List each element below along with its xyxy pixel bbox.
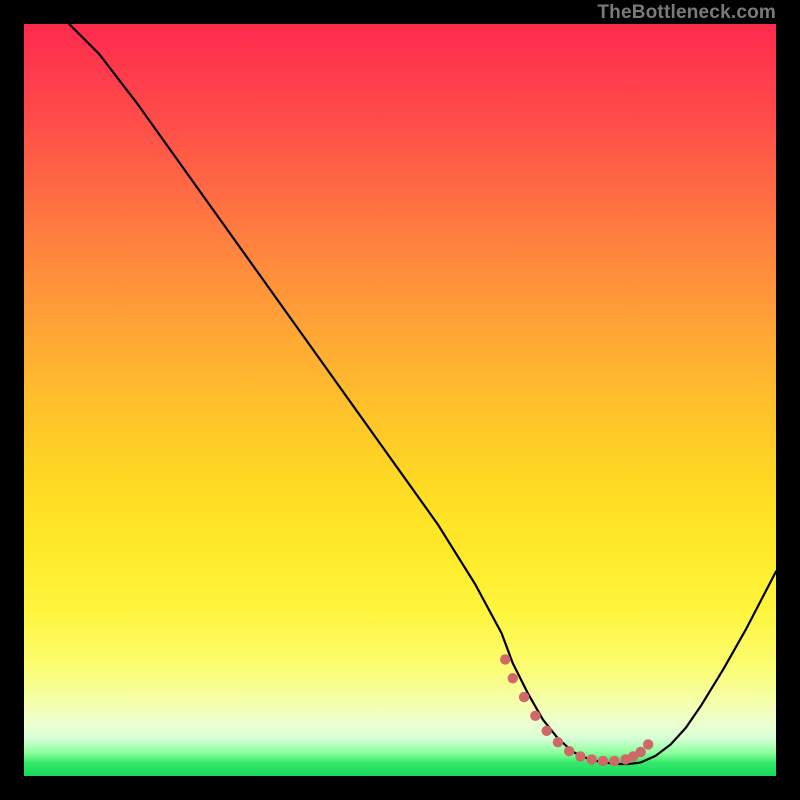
chart-frame: TheBottleneck.com xyxy=(0,0,800,800)
gradient-background xyxy=(24,24,776,776)
watermark-label: TheBottleneck.com xyxy=(597,2,776,24)
plot-area xyxy=(24,24,776,776)
